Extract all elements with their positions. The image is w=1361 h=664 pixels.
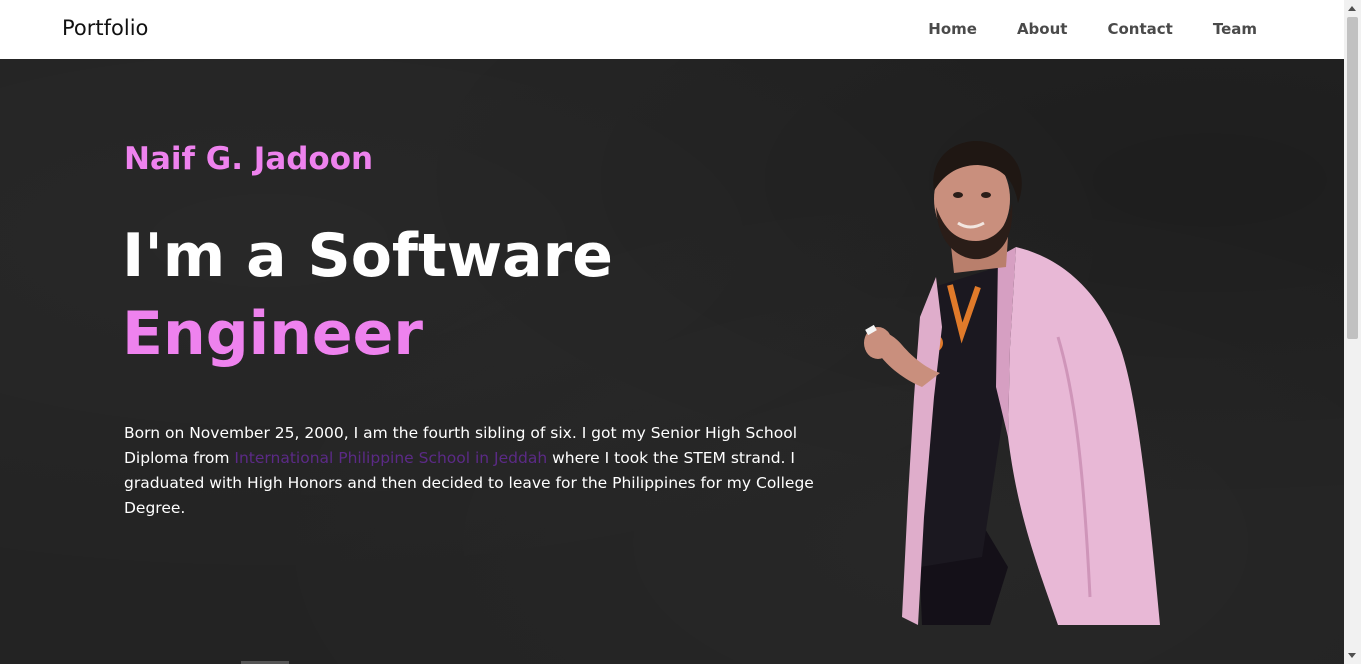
headline-line-1: I'm a Software [122, 221, 613, 291]
hero-headline: I'm a Software Engineer [122, 217, 613, 373]
headline-line-2: Engineer [122, 299, 423, 369]
portrait-eye-left [953, 192, 963, 198]
nav-link-home[interactable]: Home [928, 20, 977, 38]
scroll-up-icon[interactable] [1348, 6, 1356, 11]
hero-bio: Born on November 25, 2000, I am the four… [124, 421, 814, 521]
profile-portrait [864, 141, 1160, 625]
brand-logo[interactable]: Portfolio [62, 16, 148, 40]
page-scrollbar[interactable] [1344, 0, 1361, 664]
hero-section: Naif G. Jadoon I'm a Software Engineer B… [0, 59, 1344, 664]
hero-name: Naif G. Jadoon [124, 141, 374, 177]
nav-link-team[interactable]: Team [1213, 20, 1257, 38]
nav-link-contact[interactable]: Contact [1107, 20, 1172, 38]
scroll-down-icon[interactable] [1348, 653, 1356, 658]
nav-links: Home About Contact Team [928, 20, 1257, 38]
scrollbar-thumb[interactable] [1347, 17, 1358, 339]
portrait-eye-right [981, 192, 991, 198]
nav-link-about[interactable]: About [1017, 20, 1068, 38]
school-link[interactable]: International Philippine School in Jedda… [234, 449, 547, 467]
top-navbar: Portfolio Home About Contact Team [0, 0, 1344, 59]
portrait-jacket [1008, 247, 1160, 625]
